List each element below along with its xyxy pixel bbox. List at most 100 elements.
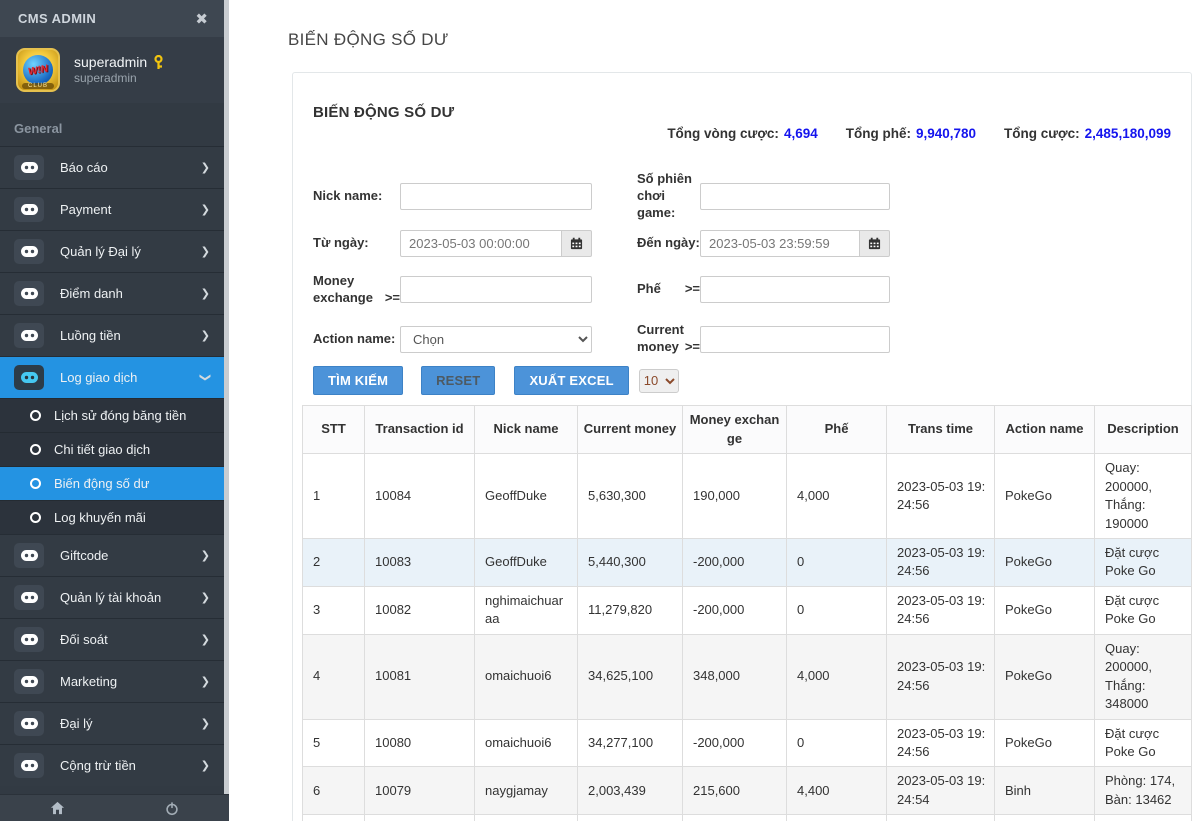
export-excel-button[interactable]: XUẤT EXCEL bbox=[514, 366, 628, 395]
sidebar-item-quan-ly-tai-khoan[interactable]: Quản lý tài khoản❯ bbox=[0, 576, 224, 618]
gamepad-icon bbox=[14, 753, 44, 778]
chevron-right-icon: ❯ bbox=[201, 591, 210, 604]
sidebar-subitem-chi-tiet-giao-dich[interactable]: Chi tiết giao dịch bbox=[0, 432, 224, 466]
cell-action-name: PokeGo bbox=[995, 454, 1095, 539]
cell-trans-time: 2023-05-03 19:24:56 bbox=[887, 538, 995, 586]
cell-action-name: PokeGo bbox=[995, 815, 1095, 821]
nickname-input[interactable] bbox=[400, 183, 592, 210]
circle-icon bbox=[30, 444, 41, 455]
cell-transaction-id: 10082 bbox=[365, 586, 475, 634]
nickname-label: Nick name: bbox=[313, 188, 400, 205]
fee-input[interactable] bbox=[700, 276, 890, 303]
cell-current-money: 4,929,866 bbox=[578, 815, 683, 821]
cell-money-exchange: 170,400 bbox=[683, 815, 787, 821]
cell-trans-time: 2023-05-03 19:24:56 bbox=[887, 719, 995, 767]
action-name-label: Action name: bbox=[313, 331, 400, 348]
to-date-input[interactable] bbox=[700, 230, 860, 257]
sidebar-item-cong-tru-tien[interactable]: Cộng trừ tiền❯ bbox=[0, 744, 224, 786]
cell-phe: 4,000 bbox=[787, 634, 887, 719]
cell-description: Đặt cược Poke Go bbox=[1095, 586, 1192, 634]
chevron-right-icon: ❯ bbox=[201, 287, 210, 300]
sidebar-item-bao-cao[interactable]: Báo cáo❯ bbox=[0, 146, 224, 188]
table-row: 310082nghimaichuaraa11,279,820-200,00002… bbox=[303, 586, 1192, 634]
cell-money-exchange: 215,600 bbox=[683, 767, 787, 815]
sidebar-header: CMS ADMIN ✖ bbox=[0, 0, 224, 37]
cell-money-exchange: -200,000 bbox=[683, 719, 787, 767]
sidebar-subitem-bien-dong-so-du[interactable]: Biến động số dư bbox=[0, 466, 224, 500]
cell-nick-name: omaichuoi6 bbox=[475, 719, 578, 767]
page-size-select[interactable]: 10 bbox=[639, 369, 679, 393]
cell-trans-time: 2023-05-03 19:24:53 bbox=[887, 815, 995, 821]
avatar-logo: W!N bbox=[23, 55, 53, 85]
cell-current-money: 34,277,100 bbox=[578, 719, 683, 767]
circle-icon bbox=[30, 512, 41, 523]
current-money-input[interactable] bbox=[700, 326, 890, 353]
money-exchange-input[interactable] bbox=[400, 276, 592, 303]
cell-description: Quay: 20000, Thắng lớn: 170400 bbox=[1095, 815, 1192, 821]
sidebar-subitem-lich-su-dong-bang-tien[interactable]: Lịch sử đóng băng tiền bbox=[0, 398, 224, 432]
sidebar-subitem-log-khuyen-mai[interactable]: Log khuyến mãi bbox=[0, 500, 224, 534]
user-name: superadmin bbox=[74, 54, 147, 72]
avatar: W!N CLUB bbox=[16, 48, 60, 92]
button-row: TÌM KIẾM RESET XUẤT EXCEL 10 bbox=[313, 366, 1171, 395]
sidebar-section-label: General bbox=[0, 103, 224, 146]
cell-phe: 400 bbox=[787, 815, 887, 821]
table-row: 510080omaichuoi634,277,100-200,00002023-… bbox=[303, 719, 1192, 767]
power-icon[interactable] bbox=[115, 795, 230, 821]
cell-description: Đặt cược Poke Go bbox=[1095, 538, 1192, 586]
sidebar-footer bbox=[0, 794, 229, 821]
main-content: BIẾN ĐỘNG SỐ DƯ BIẾN ĐỘNG SỐ DƯ Tổng vòn… bbox=[229, 0, 1200, 821]
table-row: 610079naygjamay2,003,439215,6004,4002023… bbox=[303, 767, 1192, 815]
sidebar-item-marketing[interactable]: Marketing❯ bbox=[0, 660, 224, 702]
current-money-label: Current money >= bbox=[637, 322, 700, 356]
column-header-nick-name: Nick name bbox=[475, 406, 578, 454]
gamepad-icon bbox=[14, 627, 44, 652]
cell-phe: 0 bbox=[787, 538, 887, 586]
cell-trans-time: 2023-05-03 19:24:56 bbox=[887, 586, 995, 634]
cell-description: Quay: 200000, Thắng: 348000 bbox=[1095, 634, 1192, 719]
table-row: 210083GeoffDuke5,440,300-200,00002023-05… bbox=[303, 538, 1192, 586]
gamepad-icon bbox=[14, 365, 44, 390]
cell-action-name: PokeGo bbox=[995, 719, 1095, 767]
chevron-right-icon: ❯ bbox=[201, 675, 210, 688]
gamepad-icon bbox=[14, 155, 44, 180]
cell-phe: 0 bbox=[787, 586, 887, 634]
cell-current-money: 5,630,300 bbox=[578, 454, 683, 539]
cell-stt: 4 bbox=[303, 634, 365, 719]
session-input[interactable] bbox=[700, 183, 890, 210]
sidebar-item-doi-soat[interactable]: Đối soát❯ bbox=[0, 618, 224, 660]
close-icon[interactable]: ✖ bbox=[195, 10, 208, 28]
table-row: 710078themanlauqua4,929,866170,400400202… bbox=[303, 815, 1192, 821]
sidebar-item-luong-tien[interactable]: Luồng tiền❯ bbox=[0, 314, 224, 356]
cell-current-money: 34,625,100 bbox=[578, 634, 683, 719]
calendar-icon[interactable] bbox=[860, 230, 890, 257]
cell-current-money: 2,003,439 bbox=[578, 767, 683, 815]
calendar-icon[interactable] bbox=[562, 230, 592, 257]
cell-description: Đặt cược Poke Go bbox=[1095, 719, 1192, 767]
cell-action-name: PokeGo bbox=[995, 634, 1095, 719]
sidebar-item-dai-ly[interactable]: Đại lý❯ bbox=[0, 702, 224, 744]
page-title: BIẾN ĐỘNG SỐ DƯ bbox=[288, 30, 1200, 50]
home-icon[interactable] bbox=[0, 795, 115, 821]
user-role: superadmin bbox=[74, 71, 164, 86]
cell-trans-time: 2023-05-03 19:24:56 bbox=[887, 454, 995, 539]
gamepad-icon bbox=[14, 669, 44, 694]
sidebar-item-log-giao-dich[interactable]: Log giao dịch❯ bbox=[0, 356, 224, 398]
cell-nick-name: omaichuoi6 bbox=[475, 634, 578, 719]
from-date-input[interactable] bbox=[400, 230, 562, 257]
sidebar-item-giftcode[interactable]: Giftcode❯ bbox=[0, 534, 224, 576]
chevron-right-icon: ❯ bbox=[201, 245, 210, 258]
chevron-right-icon: ❯ bbox=[201, 549, 210, 562]
reset-button[interactable]: RESET bbox=[421, 366, 495, 395]
sidebar-item-quan-ly-dai-ly[interactable]: Quản lý Đại lý❯ bbox=[0, 230, 224, 272]
gamepad-icon bbox=[14, 197, 44, 222]
from-date-group bbox=[400, 230, 592, 257]
sidebar-item-diem-danh[interactable]: Điểm danh❯ bbox=[0, 272, 224, 314]
sidebar-item-payment[interactable]: Payment❯ bbox=[0, 188, 224, 230]
cell-stt: 6 bbox=[303, 767, 365, 815]
search-button[interactable]: TÌM KIẾM bbox=[313, 366, 403, 395]
cell-trans-time: 2023-05-03 19:24:56 bbox=[887, 634, 995, 719]
action-name-select[interactable]: Chọn bbox=[400, 326, 592, 353]
cell-money-exchange: -200,000 bbox=[683, 538, 787, 586]
cell-trans-time: 2023-05-03 19:24:54 bbox=[887, 767, 995, 815]
